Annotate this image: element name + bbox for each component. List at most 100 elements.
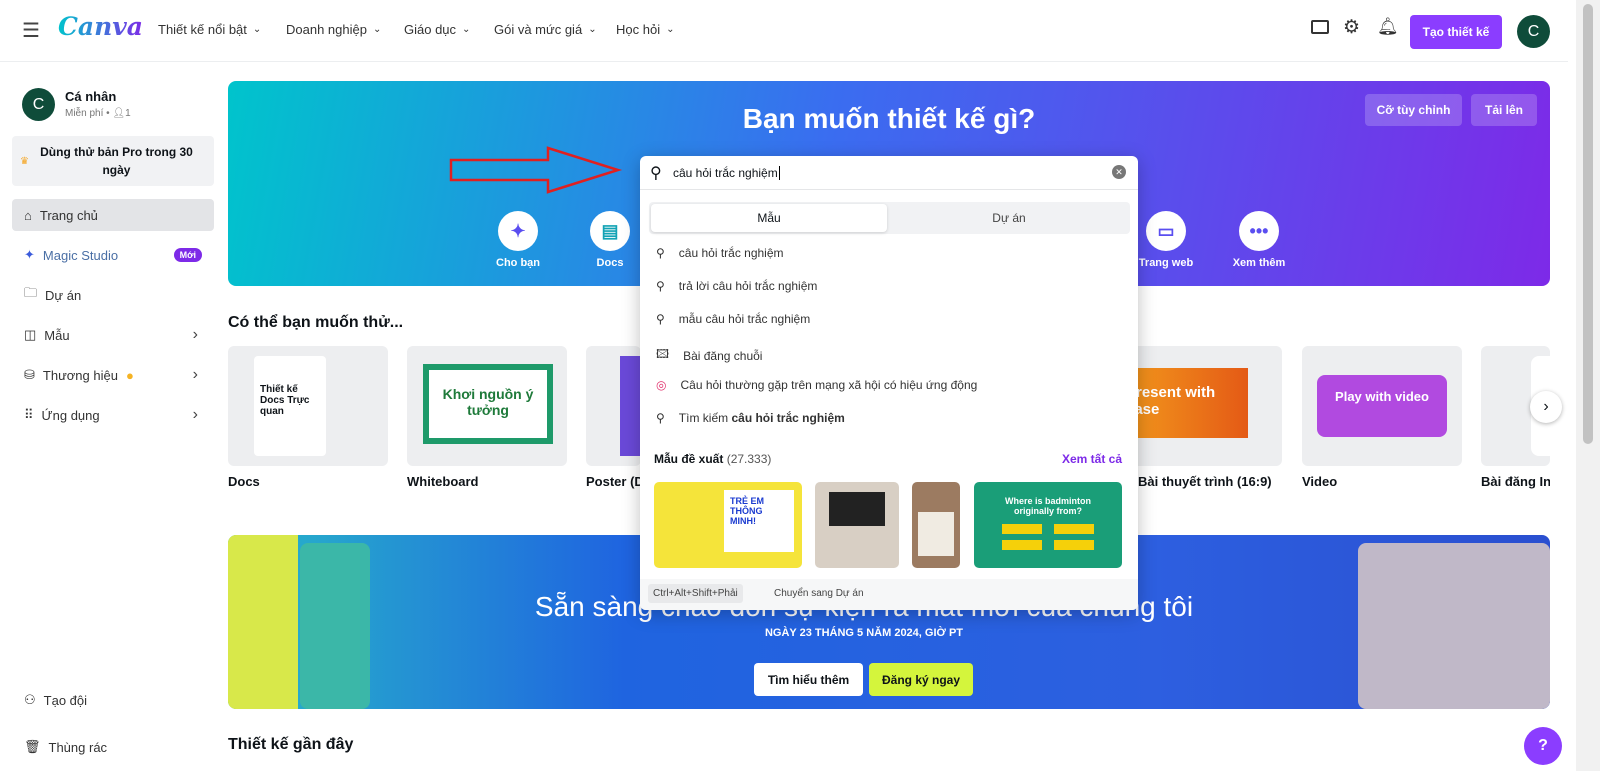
nav-pricing[interactable]: Gói và mức giá ⌄: [494, 22, 597, 37]
crown-icon: ♛: [20, 155, 29, 167]
help-button[interactable]: ?: [1524, 727, 1562, 765]
template-card: [918, 512, 954, 556]
sidebar-item-home[interactable]: ⌂ Trang chủ: [12, 199, 214, 231]
nav-education[interactable]: Giáo dục ⌄: [404, 22, 470, 37]
tab-projects[interactable]: Dự án: [889, 204, 1129, 232]
search-tabs: Mẫu Dự án: [649, 202, 1130, 234]
card-video[interactable]: Play with video: [1302, 346, 1462, 466]
notifications-bell-icon[interactable]: 🔔︎: [1377, 17, 1399, 37]
shortcut-description: Chuyển sang Dự án: [774, 588, 864, 599]
suggestion-item[interactable]: ⚲ mẫu câu hỏi trắc nghiệm: [656, 312, 810, 326]
pro-trial-button[interactable]: ♛ Dùng thử bản Pro trong 30 ngày: [12, 136, 214, 186]
sidebar-item-label: Dự án: [45, 287, 82, 303]
chevron-down-icon: ⌄: [666, 24, 675, 35]
user-avatar[interactable]: C: [1517, 15, 1550, 48]
upload-button[interactable]: Tải lên: [1471, 94, 1537, 126]
new-badge: Mới: [173, 248, 202, 262]
template-thumbnail[interactable]: [912, 482, 960, 568]
nav-label: Giáo dục: [404, 22, 457, 37]
answer-box: [1054, 540, 1094, 550]
suggestion-item[interactable]: ⚲ câu hỏi trắc nghiệm: [656, 246, 784, 260]
suggestion-item[interactable]: ⚲ trả lời câu hỏi trắc nghiệm: [656, 279, 817, 293]
templates-label: Mẫu đề xuất: [654, 452, 724, 466]
template-text: TRẺ EM THÔNG MINH!: [724, 490, 794, 552]
top-header: ☰ Canva Thiết kế nổi bật ⌄ Doanh nghiệp ⌄ …: [0, 0, 1568, 62]
suggestion-item[interactable]: ◎ Câu hỏi thường gặp trên mạng xã hội có …: [656, 378, 977, 392]
card-whiteboard[interactable]: Khơi nguồn ý tưởng: [407, 346, 567, 466]
card-label: Bài đăng Instagram: [1481, 474, 1550, 489]
search-icon: ⚲: [656, 312, 665, 326]
settings-gear-icon[interactable]: ⚙: [1343, 16, 1360, 39]
sidebar-item-templates[interactable]: ◫ Mẫu ›: [12, 319, 214, 351]
sidebar-item-create-team[interactable]: ⚇ Tạo đội: [12, 684, 214, 716]
members-count: 1: [125, 108, 131, 119]
category-docs[interactable]: ▤ Docs: [575, 211, 645, 269]
crown-badge-icon: ●: [125, 367, 134, 383]
shortcut-key: Ctrl+Alt+Shift+Phải: [648, 584, 743, 603]
category-label: Trang web: [1138, 257, 1194, 269]
category-more[interactable]: ••• Xem thêm: [1224, 211, 1294, 269]
category-for-you[interactable]: ✦ Cho bạn: [483, 211, 553, 269]
sidebar-item-label: Thùng rác: [48, 739, 108, 755]
templates-heading: Mẫu đề xuất (27.333): [654, 452, 771, 466]
card-poster[interactable]: [586, 346, 641, 466]
scrollbar-thumb[interactable]: [1583, 4, 1593, 444]
canva-logo[interactable]: Canva: [58, 12, 143, 41]
custom-size-button[interactable]: Cỡ tùy chỉnh: [1365, 94, 1462, 126]
template-thumbnail[interactable]: [815, 482, 899, 568]
template-thumbnail[interactable]: Where is badminton originally from?: [974, 482, 1122, 568]
category-label: Cho bạn: [496, 257, 540, 269]
account-name[interactable]: Cá nhân: [65, 89, 116, 104]
chevron-right-icon: ›: [192, 326, 198, 343]
nav-learn[interactable]: Học hỏi ⌄: [616, 22, 674, 37]
suggestion-item[interactable]: ⚲ Tìm kiếm câu hỏi trắc nghiệm: [656, 411, 845, 425]
nav-featured[interactable]: Thiết kế nổi bật ⌄: [158, 22, 261, 37]
sidebar-item-projects[interactable]: 🗀 Dự án: [12, 279, 214, 311]
card-presentation[interactable]: Present with ease: [1120, 346, 1282, 466]
account-plan: Miễn phí • 👤︎1: [65, 108, 131, 119]
website-icon: ▭: [1146, 211, 1186, 251]
template-screen: [829, 492, 885, 526]
sidebar-item-brand[interactable]: ⛁ Thương hiệu ● ›: [12, 359, 214, 391]
sidebar-item-label: Trang chủ: [39, 207, 98, 223]
search-dropdown: ⚲ câu hỏi trắc nghiệm ✕ Mẫu Dự án ⚲ câu h…: [640, 156, 1138, 610]
sidebar-item-trash[interactable]: 🗑︎ Thùng rác: [12, 731, 214, 763]
image-icon: 🖾: [656, 347, 670, 361]
answer-box: [1002, 540, 1042, 550]
docs-icon: ▤: [590, 211, 630, 251]
tab-templates[interactable]: Mẫu: [651, 204, 887, 232]
sidebar-item-magic-studio[interactable]: ✦ Magic Studio Mới: [12, 239, 214, 271]
menu-icon[interactable]: ☰: [22, 18, 40, 43]
sidebar-item-label: Thương hiệu: [42, 367, 118, 383]
category-label: Xem thêm: [1232, 257, 1286, 269]
search-icon: ⚲: [650, 165, 662, 182]
banner-speaker-image: [1358, 543, 1550, 709]
card-label: Poster (Dọc): [586, 474, 640, 489]
carousel-next-button[interactable]: ›: [1530, 391, 1562, 423]
clear-search-icon[interactable]: ✕: [1112, 165, 1126, 179]
see-all-link[interactable]: Xem tất cả: [1062, 452, 1122, 466]
search-icon: ⚲: [656, 279, 665, 293]
suggestion-text: trả lời câu hỏi trắc nghiệm: [678, 279, 818, 293]
sidebar-item-apps[interactable]: ⠿ Ứng dụng ›: [12, 399, 214, 431]
suggestion-item[interactable]: 🖾 Bài đăng chuỗi: [656, 345, 762, 366]
account-avatar[interactable]: C: [22, 88, 55, 121]
card-docs[interactable]: Thiết kế Docs Trực quan: [228, 346, 388, 466]
category-label: Docs: [596, 257, 624, 269]
learn-more-button[interactable]: Tìm hiểu thêm: [754, 663, 863, 696]
category-website[interactable]: ▭ Trang web: [1131, 211, 1201, 269]
team-icon: ⚇: [24, 692, 36, 707]
chevron-down-icon: ⌄: [462, 24, 471, 35]
sidebar-item-label: Tạo đội: [43, 692, 88, 708]
nav-business[interactable]: Doanh nghiệp ⌄: [286, 22, 381, 37]
search-input[interactable]: câu hỏi trắc nghiệm: [673, 166, 780, 180]
template-thumbnail[interactable]: TRẺ EM THÔNG MINH!: [654, 482, 802, 568]
chevron-right-icon: ›: [192, 366, 198, 383]
create-design-button[interactable]: Tạo thiết kế: [1410, 15, 1502, 49]
register-button[interactable]: Đăng ký ngay: [869, 663, 973, 696]
card-video-preview: Play with video: [1317, 375, 1447, 437]
scrollbar-track[interactable]: [1576, 0, 1600, 771]
desktop-app-icon[interactable]: [1311, 20, 1329, 34]
answer-box: [1054, 524, 1094, 534]
template-text: Where is badminton originally from?: [1004, 496, 1091, 516]
